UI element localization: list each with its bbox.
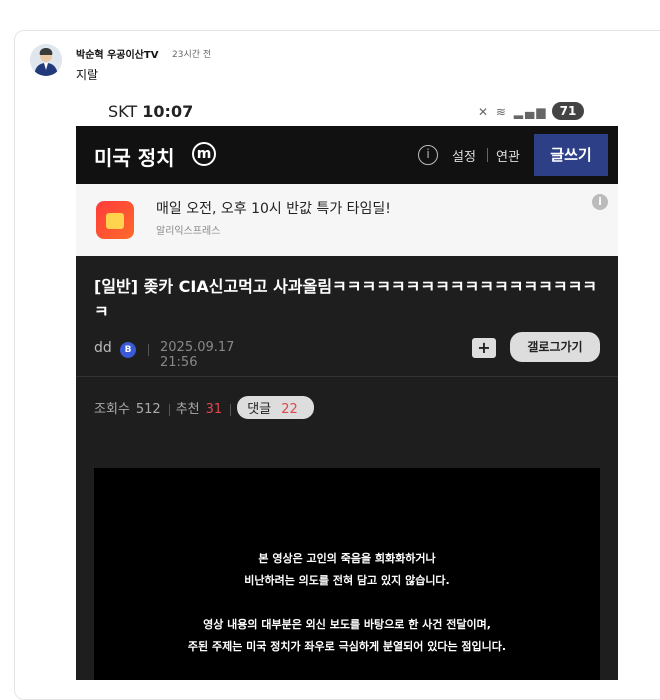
ad-info-icon[interactable]: i xyxy=(592,194,608,210)
write-button[interactable]: 글쓰기 xyxy=(534,134,608,176)
avatar-portrait-icon xyxy=(30,44,62,76)
related-link[interactable]: 연관 xyxy=(496,146,520,165)
comment-text: 지랄 xyxy=(76,68,99,82)
author-badge-icon: B xyxy=(120,342,136,358)
board-title[interactable]: 미국 정치 xyxy=(94,142,175,171)
nav-divider xyxy=(487,148,488,162)
info-icon[interactable]: i xyxy=(418,145,438,165)
post-view: [일반] 좆카 CIA신고먹고 사과올림ㅋㅋㅋㅋㅋㅋㅋㅋㅋㅋㅋㅋㅋㅋㅋㅋㅋㅋㅋ … xyxy=(76,256,618,680)
comment-author[interactable]: 박순혁 우공이산TV xyxy=(76,46,158,61)
attached-screenshot[interactable]: SKT 10:07 ✕ ≋ ▂▄▆ 71 미국 정치 m i 설정 연관 글쓰기… xyxy=(76,96,618,680)
wifi-icon: ≋ xyxy=(495,105,508,119)
signal-icon: ▂▄▆ xyxy=(513,105,548,119)
mute-icon: ✕ xyxy=(478,105,491,119)
status-carrier: SKT 10:07 xyxy=(108,102,194,121)
comments-label: 댓글 xyxy=(247,402,272,417)
comments-count: 22 xyxy=(281,402,298,417)
stats-divider xyxy=(230,403,232,416)
comment-time: 23시간 전 xyxy=(172,50,212,60)
video-disclaimer-line: 비난하려는 의도를 전혀 담고 있지 않습니다. xyxy=(244,574,450,587)
post-date: 2025.09.17 21:56 xyxy=(160,340,235,370)
aliexpress-logo-icon xyxy=(96,201,134,239)
status-icons: ✕ ≋ ▂▄▆ xyxy=(478,105,547,119)
views-count: 512 xyxy=(135,402,161,417)
battery-icon: 71 xyxy=(552,102,584,120)
app-bar: 미국 정치 m i 설정 연관 글쓰기 xyxy=(76,126,618,184)
video-player[interactable]: 본 영상은 고인의 죽음을 희화화하거나 비난하려는 의도를 전혀 담고 있지 … xyxy=(94,468,600,680)
post-title: [일반] 좆카 CIA신고먹고 사과올림ㅋㅋㅋㅋㅋㅋㅋㅋㅋㅋㅋㅋㅋㅋㅋㅋㅋㅋㅋ xyxy=(94,277,598,321)
post-author[interactable]: dd xyxy=(94,340,112,356)
gallery-log-button[interactable]: 갤로그가기 xyxy=(510,332,600,362)
video-disclaimer-line: 영상 내용의 대부분은 외신 보도를 바탕으로 한 사건 전달이며, xyxy=(203,618,491,631)
settings-link[interactable]: 설정 xyxy=(452,146,476,165)
scrap-folder-icon[interactable]: + xyxy=(472,338,496,358)
meta-divider xyxy=(148,344,149,356)
video-disclaimer-line: 본 영상은 고인의 죽음을 희화화하거나 xyxy=(258,552,436,565)
ad-headline[interactable]: 매일 오전, 오후 10시 반값 특가 타임딜! xyxy=(156,198,391,218)
ad-banner[interactable]: 매일 오전, 오후 10시 반값 특가 타임딜! 알리익스프레스 i xyxy=(76,184,618,256)
recommend-label: 추천 xyxy=(175,402,200,417)
minor-gallery-icon: m xyxy=(192,142,216,166)
views-label: 조회수 xyxy=(94,402,130,417)
status-clock: 10:07 xyxy=(142,102,194,121)
video-disclaimer-line: 주된 주제는 미국 정치가 좌우로 극심하게 분열되어 있다는 점입니다. xyxy=(187,640,507,653)
avatar[interactable] xyxy=(30,44,62,76)
recommend-count: 31 xyxy=(205,402,223,417)
status-bar: SKT 10:07 ✕ ≋ ▂▄▆ 71 xyxy=(76,96,618,126)
post-stats: 조회수 512 추천 31 댓글 22 xyxy=(94,396,320,419)
stats-divider xyxy=(168,403,170,416)
comments-button[interactable]: 댓글 22 xyxy=(237,396,314,419)
ad-brand: 알리익스프레스 xyxy=(156,226,221,237)
post-divider xyxy=(76,376,618,377)
